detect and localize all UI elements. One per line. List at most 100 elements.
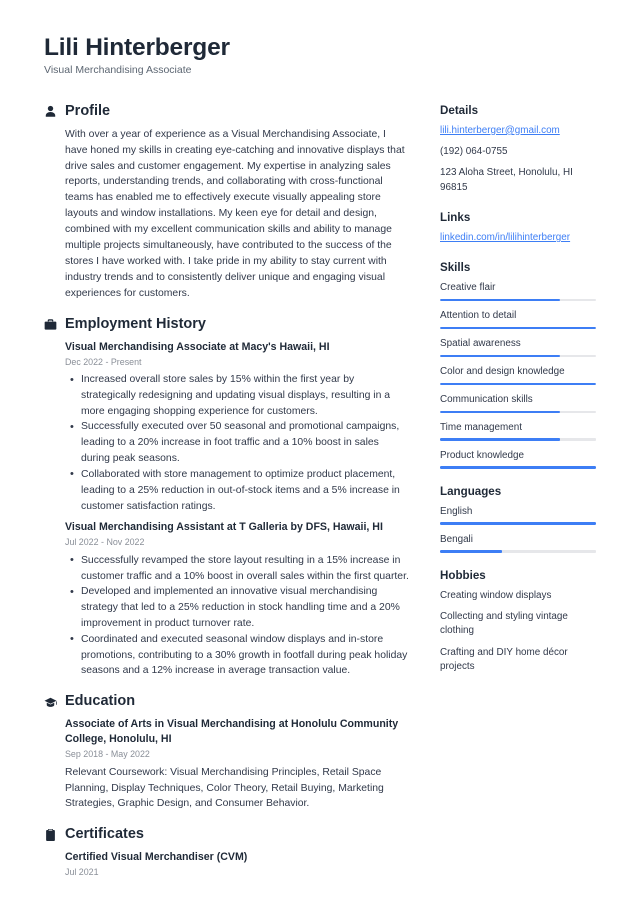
skill-label: Communication skills	[440, 394, 533, 406]
resume-page: Lili Hinterberger Visual Merchandising A…	[0, 0, 640, 905]
skill-bar-fill	[440, 382, 596, 386]
section-education-title: Education	[65, 693, 136, 710]
sidebar-languages: Languages English Bengali	[440, 485, 596, 553]
language-bar-track	[440, 522, 596, 525]
employment-entry-date: Jul 2022 - Nov 2022	[65, 537, 145, 548]
language-bar-fill	[440, 522, 596, 525]
skill-bar-track	[440, 466, 596, 469]
candidate-job-title: Visual Merchandising Associate	[44, 64, 192, 77]
skill-bar-fill	[440, 354, 561, 358]
briefcase-icon	[44, 318, 57, 331]
section-employment: Employment History Visual Merchandising …	[44, 315, 410, 680]
linkedin-link[interactable]: linkedin.com/in/lilihinterberger	[440, 231, 596, 245]
skill-row: Creative flair	[440, 281, 596, 302]
sidebar-column: Details lili.hinterberger@gmail.com (192…	[440, 104, 596, 691]
list-item: Coordinated and executed seasonal window…	[70, 631, 410, 679]
section-certificates-title: Certificates	[65, 826, 144, 843]
skill-row: Communication skills	[440, 393, 596, 414]
section-employment-title: Employment History	[65, 315, 206, 332]
sidebar-skills-title: Skills	[440, 261, 471, 275]
certificate-entry-date: Jul 2021	[65, 867, 99, 878]
sidebar-hobbies-title: Hobbies	[440, 568, 486, 582]
hobby-item: Collecting and styling vintage clothing	[440, 611, 568, 637]
skill-row: Spatial awareness	[440, 337, 596, 358]
section-profile-body: With over a year of experience as a Visu…	[44, 127, 410, 302]
skill-bar-fill	[440, 298, 561, 302]
section-education-header: Education	[44, 693, 410, 710]
list-item: Increased overall store sales by 15% wit…	[70, 372, 410, 419]
section-certificates: Certificates Certified Visual Merchandis…	[44, 826, 410, 879]
address-text: 123 Aloha Street, Honolulu, HI 96815	[440, 167, 573, 193]
skill-row: Time management	[440, 421, 596, 442]
list-item: Collaborated with store management to op…	[70, 466, 410, 514]
profile-text: With over a year of experience as a Visu…	[65, 128, 405, 299]
section-employment-header: Employment History	[44, 315, 410, 333]
phone-text: (192) 064-0755	[440, 146, 508, 158]
candidate-name: Lili Hinterberger	[44, 34, 230, 61]
language-label: English	[440, 505, 473, 517]
skill-bar-fill	[440, 438, 561, 442]
graduation-cap-icon	[44, 696, 57, 709]
education-entry-description: Relevant Coursework: Visual Merchandisin…	[65, 766, 384, 810]
language-bar-track	[440, 550, 596, 553]
skill-bar-fill	[440, 410, 561, 414]
skill-bar-track	[440, 382, 596, 386]
section-profile: Profile With over a year of experience a…	[44, 102, 410, 302]
resume-header: Lili Hinterberger Visual Merchandising A…	[44, 34, 596, 78]
skill-bar-fill	[440, 326, 596, 330]
resume-columns: Profile With over a year of experience a…	[44, 102, 596, 895]
education-entry-date: Sep 2018 - May 2022	[65, 749, 150, 760]
employment-entry: Visual Merchandising Associate at Macy's…	[65, 340, 410, 515]
employment-entry-title: Visual Merchandising Assistant at T Gall…	[65, 521, 383, 534]
section-profile-title: Profile	[65, 102, 111, 119]
hobby-item: Creating window displays	[440, 589, 552, 601]
sidebar-links: Links linkedin.com/in/lilihinterberger	[440, 211, 596, 245]
sidebar-details-title: Details	[440, 103, 479, 117]
skill-bar-track	[440, 326, 596, 330]
employment-entry: Visual Merchandising Assistant at T Gall…	[65, 520, 410, 679]
skill-row: Color and design knowledge	[440, 365, 596, 386]
hobby-item: Crafting and DIY home décor projects	[440, 646, 568, 673]
sidebar-skills: Skills Creative flair Attention to detai…	[440, 261, 596, 469]
sidebar-details: Details lili.hinterberger@gmail.com (192…	[440, 104, 596, 195]
language-row: English	[440, 505, 596, 525]
skill-bar-track	[440, 298, 596, 302]
language-label: Bengali	[440, 533, 473, 545]
section-profile-header: Profile	[44, 102, 410, 120]
main-column: Profile With over a year of experience a…	[44, 102, 410, 895]
skill-label: Time management	[440, 422, 522, 434]
email-link[interactable]: lili.hinterberger@gmail.com	[440, 124, 596, 138]
employment-entry-bullets: Successfully revamped the store layout r…	[65, 552, 410, 680]
employment-entry-bullets: Increased overall store sales by 15% wit…	[65, 372, 410, 514]
employment-entry-title: Visual Merchandising Associate at Macy's…	[65, 340, 330, 353]
skill-bar-track	[440, 410, 596, 414]
section-certificates-header: Certificates	[44, 826, 410, 843]
language-row: Bengali	[440, 533, 596, 553]
sidebar-links-title: Links	[440, 211, 471, 225]
skill-label: Attention to detail	[440, 310, 517, 322]
language-bar-fill	[440, 550, 503, 553]
section-employment-body: Visual Merchandising Associate at Macy's…	[44, 340, 410, 680]
skill-bar-track	[440, 438, 596, 442]
skill-row: Product knowledge	[440, 449, 596, 469]
list-item: Successfully executed over 50 seasonal a…	[70, 419, 410, 466]
education-entry-title: Associate of Arts in Visual Merchandisin…	[65, 718, 399, 746]
sidebar-languages-title: Languages	[440, 485, 502, 498]
list-item: Successfully revamped the store layout r…	[70, 552, 410, 585]
list-item: Developed and implemented an innovative …	[70, 584, 410, 631]
education-entry: Associate of Arts in Visual Merchandisin…	[65, 717, 410, 812]
certificate-entry-title: Certified Visual Merchandiser (CVM)	[65, 851, 248, 864]
skill-label: Color and design knowledge	[440, 366, 565, 378]
certificate-entry: Certified Visual Merchandiser (CVM) Jul …	[65, 850, 410, 879]
user-icon	[44, 105, 57, 118]
skill-row: Attention to detail	[440, 309, 596, 330]
certificate-icon	[44, 828, 57, 842]
skill-label: Creative flair	[440, 282, 496, 294]
sidebar-hobbies: Hobbies Creating window displays Collect…	[440, 569, 596, 675]
section-certificates-body: Certified Visual Merchandiser (CVM) Jul …	[44, 850, 410, 879]
skill-label: Product knowledge	[440, 450, 524, 462]
skill-bar-track	[440, 354, 596, 358]
skill-label: Spatial awareness	[440, 338, 521, 350]
employment-entry-date: Dec 2022 - Present	[65, 356, 142, 367]
section-education: Education Associate of Arts in Visual Me…	[44, 693, 410, 812]
